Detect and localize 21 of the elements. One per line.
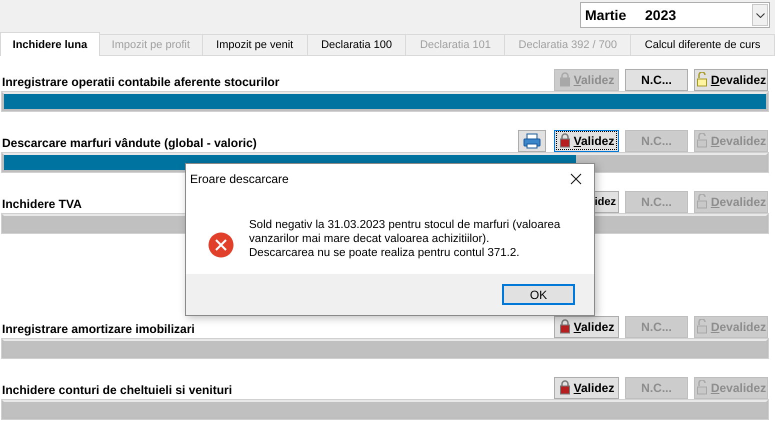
- section-title: Descarcare marfuri vândute (global - valoric): [2, 135, 258, 150]
- section-title: Inregistrare operatii contabile aferente stocurilor: [2, 74, 280, 89]
- close-icon[interactable]: [570, 172, 582, 184]
- invalidate-button[interactable]: Devalidez: [694, 68, 768, 90]
- validate-button[interactable]: Validez: [554, 130, 619, 152]
- section-title: Inregistrare amortizare imobilizari: [2, 321, 196, 336]
- section-title: Inchidere TVA: [2, 196, 83, 211]
- printer-icon: [524, 133, 540, 148]
- nc-button[interactable]: N.C...: [625, 68, 688, 90]
- section-title: Inchidere conturi de cheltuieli si venituri: [2, 382, 234, 397]
- validate-button[interactable]: Validez: [554, 376, 619, 398]
- chevron-down-icon: [756, 12, 764, 18]
- validate-button[interactable]: Validez: [554, 316, 619, 338]
- period-dropdown[interactable]: Martie 2023: [580, 2, 770, 28]
- error-icon: [208, 232, 234, 258]
- error-message: Sold negativ la 31.03.2023 pentru stocul de marfuri (valoarea vanzarilor mai mare decat valoarea achizitiilor). Descarcarea nu se poate realiza pentru contul 371.2.: [249, 218, 560, 260]
- tab[interactable]: Inchidere luna: [0, 32, 100, 56]
- print-button[interactable]: [518, 130, 546, 152]
- tab[interactable]: Calcul diferente de curs: [630, 34, 775, 55]
- dialog-title: Eroare descarcare: [190, 172, 289, 186]
- ok-button[interactable]: OK: [502, 284, 575, 305]
